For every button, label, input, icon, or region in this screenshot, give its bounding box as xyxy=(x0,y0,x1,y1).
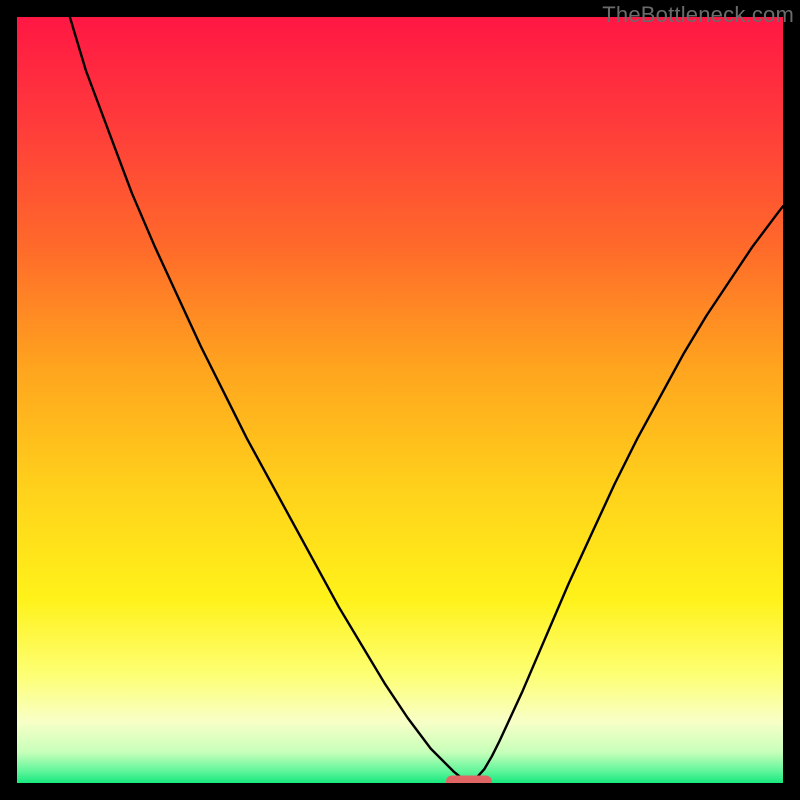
chart-svg xyxy=(17,17,783,783)
watermark-text: TheBottleneck.com xyxy=(602,2,794,28)
chart-plot-area xyxy=(17,17,783,783)
optimal-marker xyxy=(446,775,492,783)
gradient-background xyxy=(17,17,783,783)
